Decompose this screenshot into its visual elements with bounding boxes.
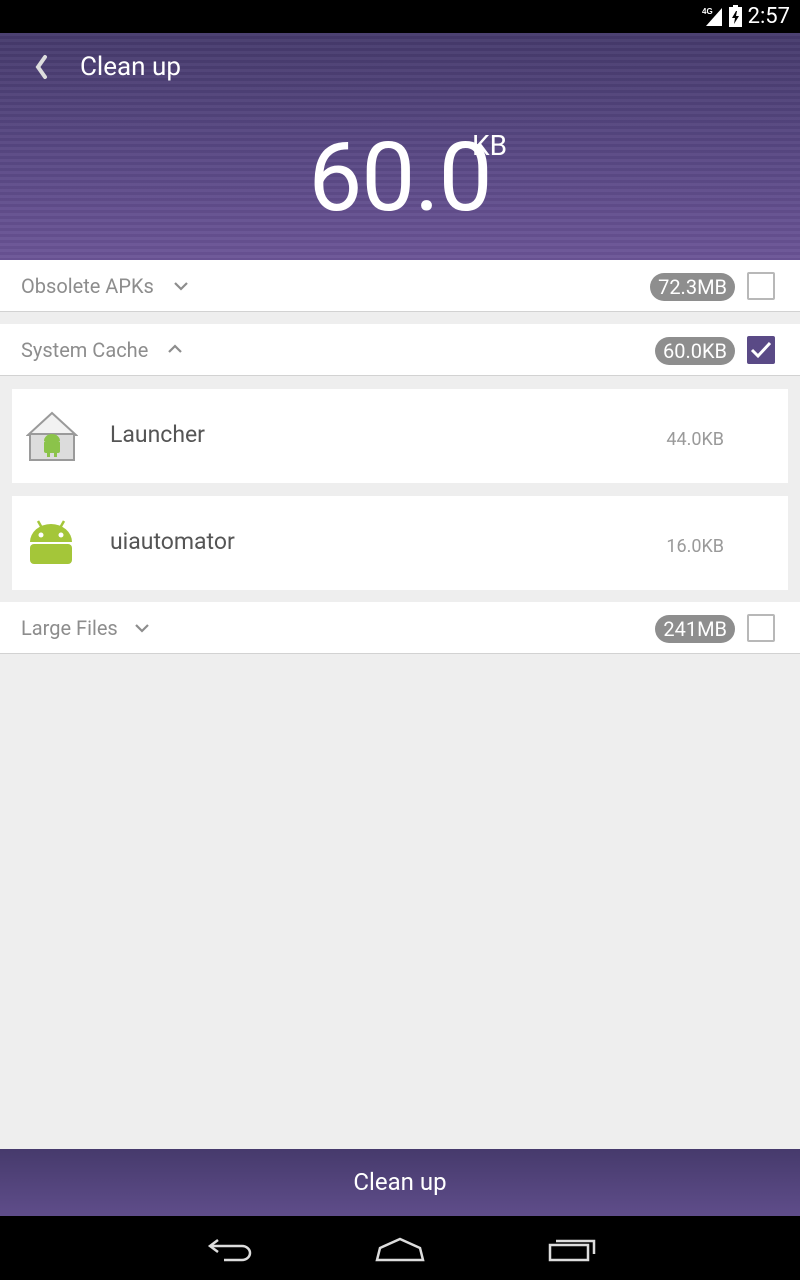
- total-size-unit: KB: [472, 129, 508, 162]
- total-junk-size: 60.0 KB: [0, 123, 800, 233]
- chevron-up-icon: [168, 344, 182, 353]
- obsolete-apks-checkbox[interactable]: [747, 272, 775, 300]
- section-label: Obsolete APKs: [21, 274, 154, 298]
- page-title: Clean up: [80, 52, 181, 82]
- size-badge: 60.0KB: [654, 337, 735, 365]
- clock: 2:57: [747, 4, 790, 29]
- list-item-uiautomator[interactable]: uiautomator 16.0KB: [12, 496, 788, 590]
- app-cache-size: 16.0KB: [666, 536, 724, 557]
- size-badge: 72.3MB: [650, 273, 735, 301]
- size-badge: 241MB: [655, 615, 735, 643]
- status-bar: 4G 2:57: [0, 0, 800, 33]
- back-nav-icon[interactable]: [206, 1234, 254, 1268]
- chevron-left-icon: [35, 55, 47, 79]
- home-nav-icon[interactable]: [374, 1234, 426, 1268]
- android-robot-icon: [26, 518, 76, 572]
- section-large-files[interactable]: Large Files 241MB: [0, 602, 800, 654]
- back-button[interactable]: [30, 51, 54, 83]
- launcher-app-icon: [25, 411, 79, 467]
- navigation-bar: [0, 1216, 800, 1280]
- chevron-down-icon: [135, 624, 149, 633]
- app-name: Launcher: [110, 421, 205, 448]
- section-label: Large Files: [21, 616, 118, 640]
- section-system-cache[interactable]: System Cache 60.0KB: [0, 324, 800, 376]
- clean-up-button[interactable]: Clean up: [0, 1149, 800, 1216]
- chevron-down-icon: [174, 282, 188, 291]
- section-obsolete-apks[interactable]: Obsolete APKs 72.3MB: [0, 260, 800, 312]
- large-files-checkbox[interactable]: [747, 614, 775, 642]
- header: Clean up 60.0 KB: [0, 33, 800, 260]
- system-cache-checkbox[interactable]: [747, 336, 775, 364]
- recents-nav-icon[interactable]: [546, 1234, 598, 1268]
- total-size-value: 60.0: [308, 122, 492, 234]
- section-label: System Cache: [21, 338, 149, 362]
- network-type-text: 4G: [702, 7, 713, 16]
- signal-icon: 4G: [702, 6, 722, 30]
- app-cache-size: 44.0KB: [666, 429, 724, 450]
- battery-icon: [729, 5, 742, 31]
- list-item-launcher[interactable]: Launcher 44.0KB: [12, 389, 788, 483]
- checkmark-icon: [750, 341, 772, 359]
- app-name: uiautomator: [110, 528, 235, 555]
